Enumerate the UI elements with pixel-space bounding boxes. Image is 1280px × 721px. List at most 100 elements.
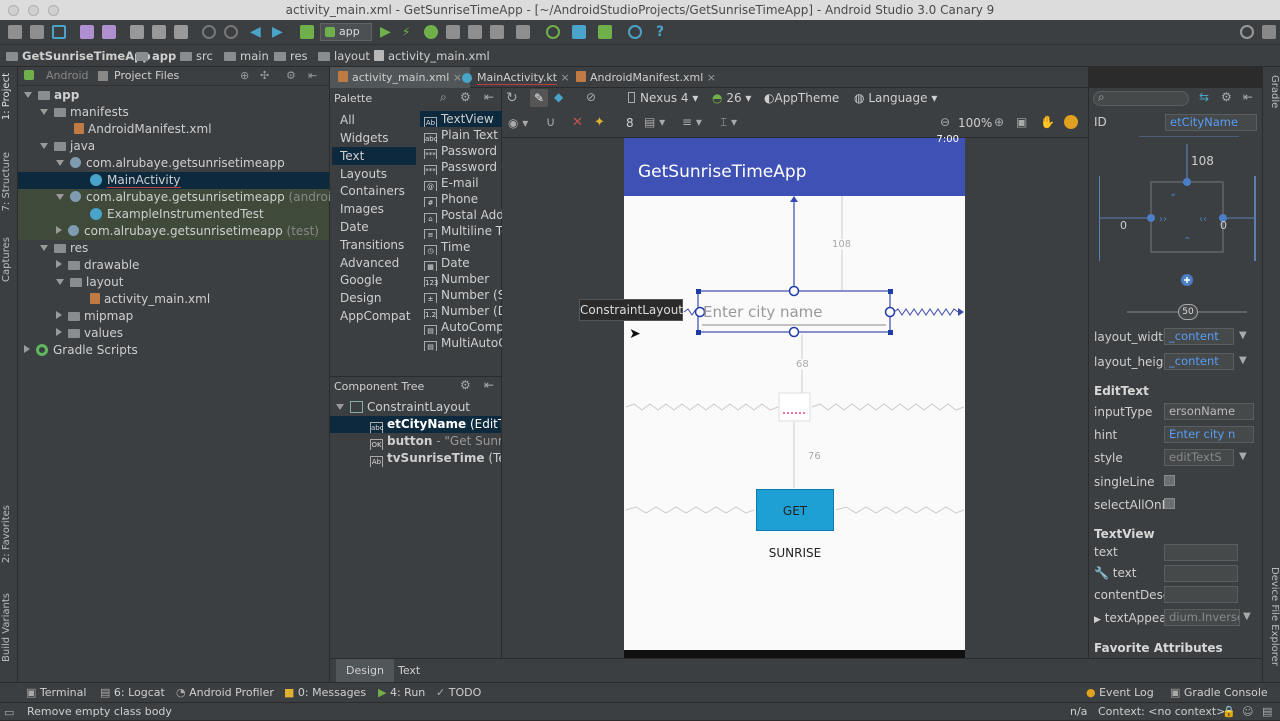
- collapse-arrow-icon[interactable]: [56, 226, 62, 234]
- palette-category-transitions[interactable]: Transitions: [332, 236, 416, 254]
- profiler-icon[interactable]: [628, 25, 642, 39]
- tree-item-layout[interactable]: layout: [18, 274, 329, 291]
- settings-gear-icon[interactable]: ⚙: [286, 69, 296, 82]
- tree-item-mipmap[interactable]: mipmap: [18, 308, 329, 325]
- pack-icon[interactable]: ▤ ▾: [644, 115, 665, 129]
- sync-icon[interactable]: [52, 25, 66, 39]
- collapse-arrow-icon[interactable]: [56, 260, 62, 268]
- inspector-margin-left[interactable]: 0: [1120, 219, 1127, 232]
- palette-category-date[interactable]: Date: [332, 218, 416, 236]
- selectallonfocus-checkbox[interactable]: [1164, 498, 1175, 509]
- palette-category-all[interactable]: All: [332, 111, 416, 129]
- expand-arrow-icon[interactable]: [56, 279, 64, 285]
- hide-panel-icon[interactable]: ⇤: [484, 378, 494, 392]
- coverage-icon[interactable]: [446, 25, 460, 39]
- inspector-anchor-top[interactable]: [1183, 178, 1191, 186]
- zoom-out-icon[interactable]: ⊖: [940, 115, 950, 129]
- blueprint-view-icon[interactable]: ◆: [554, 90, 563, 104]
- resize-handle[interactable]: [696, 330, 701, 335]
- tool-window-terminal[interactable]: ▣ Terminal: [26, 686, 86, 699]
- attr-layout-width-input[interactable]: _content: [1164, 328, 1234, 345]
- tree-item-app[interactable]: app: [18, 87, 329, 104]
- get-sunrise-button[interactable]: GET SUNRISE: [756, 489, 834, 560]
- search-icon[interactable]: ⌕: [440, 90, 447, 105]
- expand-arrow-icon[interactable]: [24, 92, 32, 98]
- resize-handle[interactable]: [888, 330, 893, 335]
- tab-activity-main[interactable]: activity_main.xml ×: [330, 67, 471, 88]
- attr-style-input[interactable]: editTextS: [1164, 449, 1234, 466]
- tree-node-tvsunrisetime[interactable]: AbtvSunriseTime (Text: [330, 450, 501, 467]
- refresh-icon[interactable]: ↻: [506, 90, 518, 106]
- tool-tab-structure[interactable]: 7: Structure: [1, 152, 17, 211]
- orientation-icon[interactable]: ⊘: [586, 90, 596, 104]
- attr-id-input[interactable]: etCityName: [1165, 114, 1257, 131]
- singleline-checkbox[interactable]: [1164, 475, 1175, 486]
- tool-tab-project[interactable]: 1: Project: [1, 73, 17, 120]
- palette-item-number-signed[interactable]: ± Number (Si: [420, 287, 502, 303]
- collapse-all-icon[interactable]: ✣: [260, 69, 269, 82]
- tree-item-androidmanifest[interactable]: AndroidManifest.xml: [18, 121, 329, 138]
- bias-slider-thumb[interactable]: 50: [1178, 304, 1198, 320]
- tree-item-drawable[interactable]: drawable: [18, 257, 329, 274]
- anchor-right[interactable]: [884, 306, 896, 318]
- copy-icon[interactable]: [152, 25, 166, 39]
- theme-select[interactable]: ◐AppTheme: [764, 91, 839, 105]
- undo-icon[interactable]: [80, 25, 94, 39]
- expand-arrow-icon[interactable]: [336, 404, 344, 410]
- device-select[interactable]: Nexus 4 ▾: [628, 91, 698, 105]
- inspector-margin-right[interactable]: 0: [1220, 219, 1227, 232]
- make-project-icon[interactable]: [300, 25, 314, 39]
- stop-icon[interactable]: [516, 25, 530, 39]
- zoom-fit-icon[interactable]: ▣: [1016, 115, 1027, 129]
- zoom-window-button[interactable]: [48, 5, 59, 16]
- open-icon[interactable]: [8, 25, 22, 39]
- breadcrumb-layout[interactable]: layout: [318, 49, 370, 63]
- palette-item-password-numeric[interactable]: ***Password (N: [420, 159, 502, 175]
- clear-constraints-icon[interactable]: ✕: [572, 115, 583, 130]
- hide-panel-icon[interactable]: ⇤: [1243, 90, 1253, 104]
- find-icon[interactable]: [202, 25, 216, 39]
- inspector-anchor-left[interactable]: [1147, 214, 1155, 222]
- palette-category-text[interactable]: Text: [332, 147, 416, 165]
- attr-hint-input[interactable]: Enter city n: [1164, 426, 1254, 443]
- palette-item-number-decimal[interactable]: 1.2Number (De: [420, 303, 502, 319]
- dropdown-arrow-icon[interactable]: ▼: [1239, 330, 1247, 341]
- palette-item-multiline-text[interactable]: ≡ Multiline Te: [420, 223, 502, 239]
- palette-item-textview[interactable]: Ab TextView: [420, 111, 502, 127]
- design-view-icon[interactable]: ✎: [530, 89, 548, 107]
- tool-tab-build-variants[interactable]: Build Variants: [1, 593, 17, 662]
- palette-category-advanced[interactable]: Advanced: [332, 254, 416, 272]
- settings-gear-icon[interactable]: ⚙: [460, 378, 471, 392]
- toggle-view-icon[interactable]: ⇆: [1199, 90, 1209, 104]
- replace-icon[interactable]: [224, 25, 238, 39]
- paste-icon[interactable]: [174, 25, 188, 39]
- attr-text-input[interactable]: [1164, 544, 1238, 561]
- expand-arrow-icon[interactable]: [56, 160, 64, 166]
- redo-icon[interactable]: [102, 25, 116, 39]
- breadcrumb-file[interactable]: activity_main.xml: [374, 49, 490, 63]
- tab-mainactivity-kt[interactable]: MainActivity.kt ×: [454, 67, 578, 88]
- tool-window-messages[interactable]: ■ 0: Messages: [284, 686, 366, 699]
- collapse-arrow-icon[interactable]: [24, 345, 30, 353]
- anchor-top[interactable]: [788, 285, 800, 297]
- expand-arrow-icon[interactable]: ▶: [1094, 615, 1101, 625]
- help-icon[interactable]: ?: [656, 25, 670, 39]
- apply-changes-icon[interactable]: ⚡: [402, 25, 416, 39]
- guidelines-icon[interactable]: ⌶ ▾: [720, 115, 737, 130]
- close-window-button[interactable]: [8, 5, 19, 16]
- profile-icon[interactable]: [468, 25, 482, 39]
- scroll-from-source-icon[interactable]: ⊕: [240, 69, 249, 82]
- tab-text[interactable]: Text: [388, 659, 430, 682]
- palette-category-layouts[interactable]: Layouts: [332, 165, 416, 183]
- collapse-arrow-icon[interactable]: [56, 311, 62, 319]
- minimize-window-button[interactable]: [28, 5, 39, 16]
- settings-gear-icon[interactable]: ⚙: [460, 90, 471, 104]
- api-select[interactable]: ◓ 26 ▾: [712, 91, 751, 105]
- close-tab-icon[interactable]: ×: [707, 71, 716, 84]
- edittext-hint[interactable]: Enter city name: [703, 303, 823, 321]
- forward-icon[interactable]: ▶: [272, 25, 286, 39]
- default-margin[interactable]: 8: [626, 116, 634, 130]
- tree-item-res[interactable]: res: [18, 240, 329, 257]
- attr-contentdescription-input[interactable]: [1164, 586, 1238, 603]
- warning-icon[interactable]: [1064, 115, 1078, 129]
